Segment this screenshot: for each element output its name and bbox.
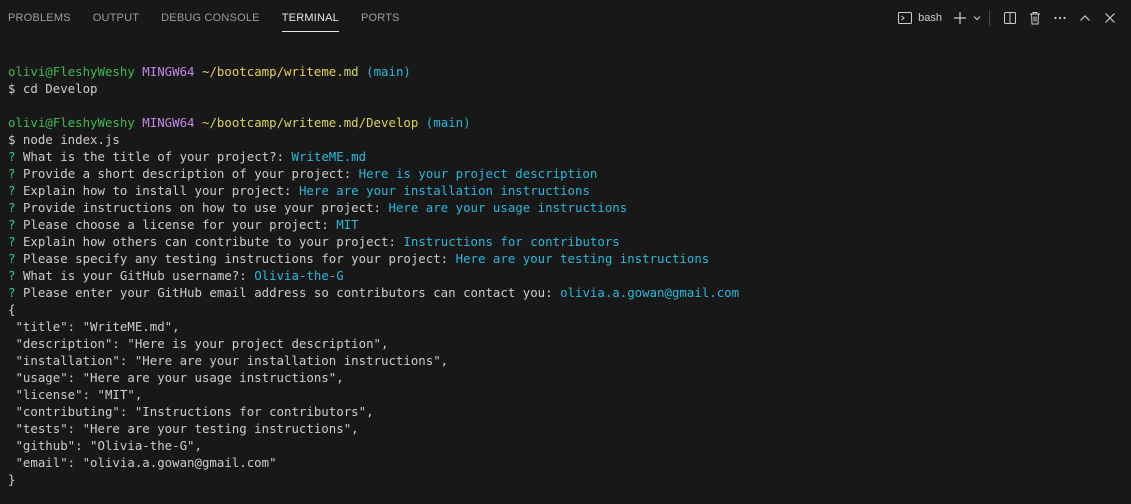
prompt-path: ~/bootcamp/writeme.md xyxy=(201,64,359,79)
close-icon xyxy=(1102,10,1118,26)
json-output-line: "usage": "Here are your usage instructio… xyxy=(8,370,344,385)
question-text: What is the title of your project?: xyxy=(22,149,285,164)
tab-output[interactable]: OUTPUT xyxy=(93,0,139,35)
prompt-branch: (main) xyxy=(366,64,411,79)
close-panel-button[interactable] xyxy=(1099,7,1121,29)
json-output-line: "tests": "Here are your testing instruct… xyxy=(8,421,359,436)
more-icon xyxy=(1052,10,1068,26)
answer-text: Here are your testing instructions xyxy=(455,251,710,266)
prompt-line: olivi@FleshyWeshy MINGW64 ~/bootcamp/wri… xyxy=(8,63,1131,80)
answer-text: WriteME.md xyxy=(291,149,367,164)
plus-icon xyxy=(952,10,968,26)
more-actions-button[interactable] xyxy=(1049,7,1071,29)
command-line: $ node index.js xyxy=(8,132,120,147)
question-text: Explain how to install your project: xyxy=(22,183,292,198)
question-line: ? Explain how others can contribute to y… xyxy=(8,234,620,249)
answer-text: Olivia-the-G xyxy=(254,268,344,283)
toolbar-divider xyxy=(989,9,990,26)
answer-text: Here are your usage instructions xyxy=(388,200,628,215)
split-terminal-button[interactable] xyxy=(999,7,1021,29)
question-line: ? What is your GitHub username?: Olivia-… xyxy=(8,268,344,283)
answer-text: Instructions for contributors xyxy=(403,234,620,249)
question-line: ? Provide instructions on how to use you… xyxy=(8,200,628,215)
question-line: ? Provide a short description of your pr… xyxy=(8,166,598,181)
terminal-panel: PROBLEMS OUTPUT DEBUG CONSOLE TERMINAL P… xyxy=(0,0,1131,504)
prompt-line: olivi@FleshyWeshy MINGW64 ~/bootcamp/wri… xyxy=(8,114,1131,131)
json-output-line: "email": "olivia.a.gowan@gmail.com" xyxy=(8,455,277,470)
tab-problems[interactable]: PROBLEMS xyxy=(8,0,71,35)
question-line: ? Please choose a license for your proje… xyxy=(8,217,359,232)
question-text: Please choose a license for your project… xyxy=(22,217,329,232)
answer-text: MIT xyxy=(336,217,359,232)
json-output-line: "title": "WriteME.md", xyxy=(8,319,180,334)
prompt-host: MINGW64 xyxy=(142,64,195,79)
shell-label: bash xyxy=(918,11,942,24)
json-output-line: "license": "MIT", xyxy=(8,387,143,402)
tab-terminal[interactable]: TERMINAL xyxy=(281,0,340,35)
panel-actions: bash xyxy=(890,0,1131,35)
answer-text: Here are your installation instructions xyxy=(298,183,590,198)
answer-text: olivia.a.gowan@gmail.com xyxy=(560,285,740,300)
panel-tabs: PROBLEMS OUTPUT DEBUG CONSOLE TERMINAL P… xyxy=(0,0,422,35)
prompt-user: olivi@FleshyWeshy xyxy=(8,115,135,130)
question-line: ? What is the title of your project?: Wr… xyxy=(8,149,367,164)
question-text: Please enter your GitHub email address s… xyxy=(22,285,553,300)
chevron-down-icon xyxy=(972,13,982,23)
prompt-branch: (main) xyxy=(425,115,471,130)
launch-profile-button[interactable] xyxy=(971,7,983,29)
split-icon xyxy=(1002,10,1018,26)
maximize-panel-button[interactable] xyxy=(1074,7,1096,29)
panel-tab-bar: PROBLEMS OUTPUT DEBUG CONSOLE TERMINAL P… xyxy=(0,0,1131,35)
chevron-up-icon xyxy=(1077,10,1093,26)
prompt-host: MINGW64 xyxy=(142,115,195,130)
question-line: ? Please enter your GitHub email address… xyxy=(8,285,740,300)
new-terminal-button[interactable] xyxy=(949,7,971,29)
question-text: Provide a short description of your proj… xyxy=(22,166,352,181)
terminal-output[interactable]: olivi@FleshyWeshy MINGW64 ~/bootcamp/wri… xyxy=(8,63,1131,488)
tab-ports[interactable]: PORTS xyxy=(361,0,400,35)
question-line: ? Please specify any testing instruction… xyxy=(8,251,710,266)
shell-selector-button[interactable]: bash xyxy=(893,7,946,29)
question-line: ? Explain how to install your project: H… xyxy=(8,183,590,198)
question-text: Explain how others can contribute to you… xyxy=(22,234,396,249)
json-output-line: "contributing": "Instructions for contri… xyxy=(8,404,374,419)
question-text: Please specify any testing instructions … xyxy=(22,251,449,266)
answer-text: Here is your project description xyxy=(358,166,598,181)
trash-icon xyxy=(1027,10,1043,26)
question-text: What is your GitHub username?: xyxy=(22,268,247,283)
json-output-line: } xyxy=(8,472,16,487)
command-line: $ cd Develop xyxy=(8,81,98,96)
terminal-icon xyxy=(897,10,913,26)
prompt-user: olivi@FleshyWeshy xyxy=(8,64,135,79)
question-text: Provide instructions on how to use your … xyxy=(22,200,382,215)
prompt-path: ~/bootcamp/writeme.md/Develop xyxy=(201,115,419,130)
kill-terminal-button[interactable] xyxy=(1024,7,1046,29)
json-output-line: "description": "Here is your project des… xyxy=(8,336,389,351)
tab-debug-console[interactable]: DEBUG CONSOLE xyxy=(161,0,260,35)
json-output-line: "github": "Olivia-the-G", xyxy=(8,438,202,453)
json-output-line: { xyxy=(8,302,16,317)
json-output-line: "installation": "Here are your installat… xyxy=(8,353,449,368)
